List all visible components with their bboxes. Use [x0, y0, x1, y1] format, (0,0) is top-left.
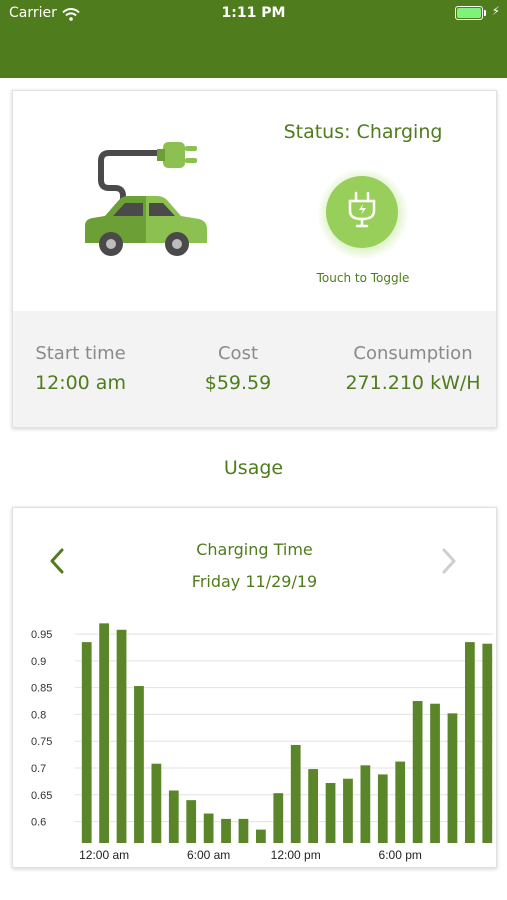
- bar: [464, 642, 475, 843]
- y-tick-label: 0.6: [31, 817, 46, 829]
- bar: [377, 774, 388, 843]
- x-tick-label: 6:00 pm: [379, 848, 422, 862]
- bar: [308, 769, 319, 843]
- y-tick-label: 0.7: [31, 763, 46, 775]
- bar: [203, 813, 214, 843]
- stat-consumption: Consumption 271.210 kW/H: [333, 311, 493, 427]
- bar: [186, 800, 197, 843]
- clock-label: 1:11 PM: [221, 5, 286, 21]
- stat-value: 12:00 am: [35, 372, 126, 394]
- stat-label: Cost: [217, 343, 259, 364]
- electric-car-icon: [83, 136, 213, 270]
- y-tick-label: 0.85: [31, 683, 52, 695]
- bar: [325, 783, 336, 843]
- bar: [255, 829, 266, 843]
- stat-cost: Cost $59.59: [168, 311, 308, 427]
- charging-stats-panel: Start time 12:00 am Cost $59.59 Consumpt…: [13, 311, 496, 427]
- bar: [395, 761, 406, 843]
- bar: [430, 703, 440, 843]
- usage-chart-card: Charging Time Friday 11/29/19 0.6 0.65 0.7…: [12, 507, 497, 868]
- toggle-hint-label: Touch to Toggle: [316, 271, 410, 285]
- bar: [116, 629, 127, 843]
- app-header: Carrier 1:11 PM ⚡: [0, 0, 507, 78]
- bar: [482, 643, 493, 843]
- bar: [99, 623, 110, 843]
- bar: [168, 790, 179, 843]
- x-tick-label: 6:00 am: [187, 848, 230, 862]
- bar: [360, 765, 371, 843]
- stat-label: Consumption: [353, 343, 473, 364]
- bar: [81, 642, 92, 843]
- bar: [343, 778, 353, 843]
- bar: [134, 686, 144, 843]
- charging-toggle-button[interactable]: [326, 176, 398, 248]
- stat-label: Start time: [35, 343, 126, 364]
- y-tick-label: 0.8: [31, 709, 46, 721]
- battery-icon: [455, 6, 486, 20]
- charging-bolt-icon: ⚡: [491, 4, 500, 18]
- y-tick-label: 0.95: [31, 629, 52, 641]
- stat-value: $59.59: [204, 372, 272, 394]
- charging-status-text: Status: Charging: [283, 121, 443, 143]
- charging-time-bar-chart: 0.6 0.65 0.7 0.75 0.8 0.85 0.9 0.95 12:00 am 6:00…: [31, 623, 493, 862]
- bar: [447, 713, 458, 843]
- stat-value: 271.210 kW/H: [345, 372, 481, 394]
- bar: [238, 818, 249, 843]
- usage-section-title: Usage: [223, 457, 284, 479]
- bar: [221, 818, 231, 843]
- bar: [151, 763, 162, 843]
- charging-status-card: Status: Charging Touch to Toggle Start t…: [12, 90, 497, 428]
- stat-start-time: Start time 12:00 am: [13, 311, 148, 427]
- y-tick-label: 0.9: [31, 656, 46, 668]
- bar: [273, 793, 284, 843]
- bar: [412, 701, 423, 843]
- y-tick-label: 0.65: [31, 790, 52, 802]
- plug-icon: [345, 191, 379, 233]
- x-tick-label: 12:00 am: [79, 848, 129, 862]
- x-tick-label: 12:00 pm: [271, 848, 321, 862]
- y-tick-label: 0.75: [31, 736, 52, 748]
- bar: [290, 744, 301, 843]
